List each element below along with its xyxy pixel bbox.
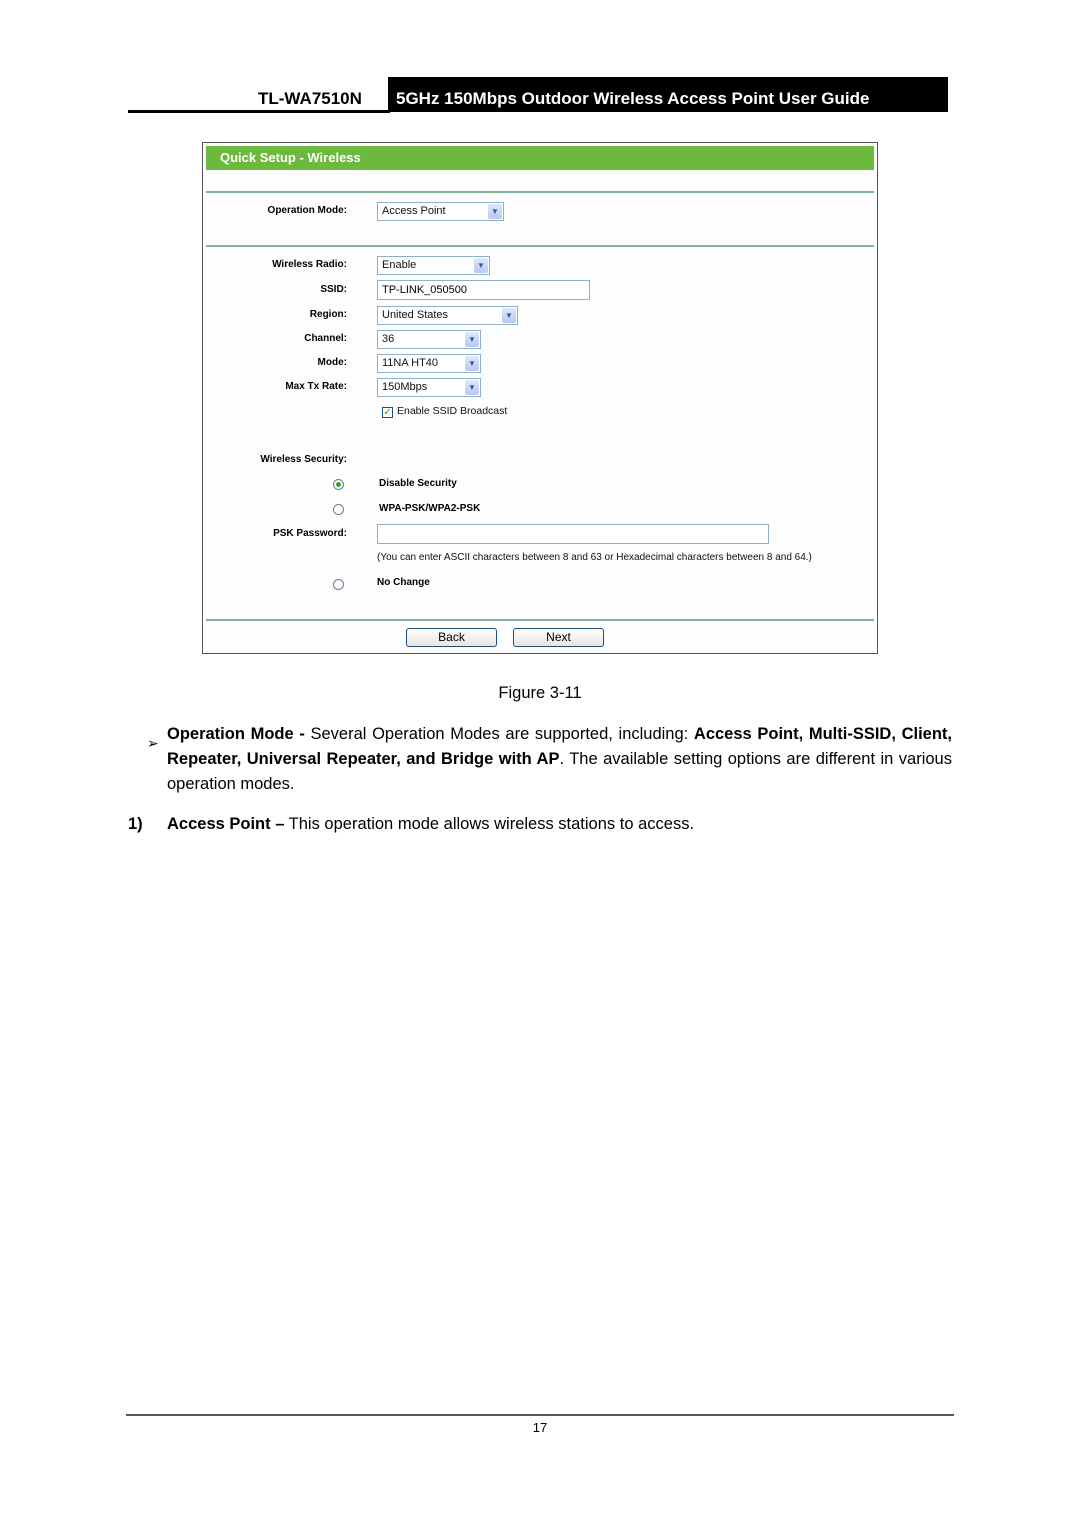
chevron-down-icon[interactable]: ▼ [488,204,502,219]
access-point-paragraph: Access Point – This operation mode allow… [167,812,952,837]
no-change-radio[interactable] [333,579,344,590]
channel-label: Channel: [304,333,347,344]
wpa-psk-radio[interactable] [333,504,344,515]
psk-password-hint: (You can enter ASCII characters between … [377,552,812,563]
wireless-radio-value: Enable [382,259,417,271]
list-number: 1) [128,815,143,833]
no-change-label: No Change [377,577,430,588]
guide-title: 5GHz 150Mbps Outdoor Wireless Access Poi… [388,77,948,112]
bullet-arrow-icon: ➢ [147,735,159,751]
header-rule [128,110,390,113]
footer-rule [126,1414,954,1416]
operation-mode-value: Access Point [382,205,446,217]
back-button[interactable]: Back [406,628,497,647]
chevron-down-icon[interactable]: ▼ [465,356,479,371]
operation-mode-label: Operation Mode: [267,205,347,216]
chevron-down-icon[interactable]: ▼ [465,332,479,347]
chevron-down-icon[interactable]: ▼ [465,380,479,395]
region-label: Region: [309,309,347,320]
mode-select[interactable]: 11NA HT40 ▼ [377,354,481,373]
max-tx-rate-select[interactable]: 150Mbps ▼ [377,378,481,397]
region-select[interactable]: United States ▼ [377,306,518,325]
next-button[interactable]: Next [513,628,604,647]
ssid-label: SSID: [320,284,347,295]
disable-security-label: Disable Security [379,478,457,489]
wireless-security-label: Wireless Security: [260,454,347,465]
ssid-broadcast-label: Enable SSID Broadcast [397,405,508,417]
figure-caption: Figure 3-11 [498,684,582,702]
access-point-term: Access Point – [167,815,285,833]
panel-title: Quick Setup - Wireless [206,146,874,170]
operation-mode-text: Several Operation Modes are supported, i… [304,725,694,743]
ssid-input[interactable]: TP-LINK_050500 [377,280,590,300]
access-point-text: This operation mode allows wireless stat… [284,815,695,833]
mode-label: Mode: [317,357,347,368]
divider [206,619,874,621]
operation-mode-paragraph: Operation Mode - Several Operation Modes… [167,722,952,797]
wpa-psk-label: WPA-PSK/WPA2-PSK [379,503,481,514]
divider [206,245,874,247]
checkmark-icon: ✓ [383,407,392,418]
region-value: United States [382,309,449,321]
chevron-down-icon[interactable]: ▼ [474,258,488,273]
max-tx-rate-label: Max Tx Rate: [285,381,347,392]
psk-password-input[interactable] [377,524,769,544]
divider [206,191,874,193]
product-model: TL-WA7510N [258,89,362,108]
max-tx-rate-value: 150Mbps [382,381,428,393]
operation-mode-select[interactable]: Access Point ▼ [377,202,504,221]
channel-value: 36 [382,333,395,345]
disable-security-radio[interactable] [333,479,344,490]
wireless-radio-label: Wireless Radio: [272,259,347,270]
chevron-down-icon[interactable]: ▼ [502,308,516,323]
operation-mode-term: Operation Mode - [167,725,305,743]
mode-value: 11NA HT40 [382,357,439,369]
quick-setup-wireless-panel: Quick Setup - Wireless Operation Mode: A… [202,142,878,654]
channel-select[interactable]: 36 ▼ [377,330,481,349]
ssid-broadcast-checkbox[interactable]: ✓ [382,407,393,418]
wireless-radio-select[interactable]: Enable ▼ [377,256,490,275]
page-number: 17 [532,1420,548,1435]
psk-password-label: PSK Password: [273,528,347,539]
